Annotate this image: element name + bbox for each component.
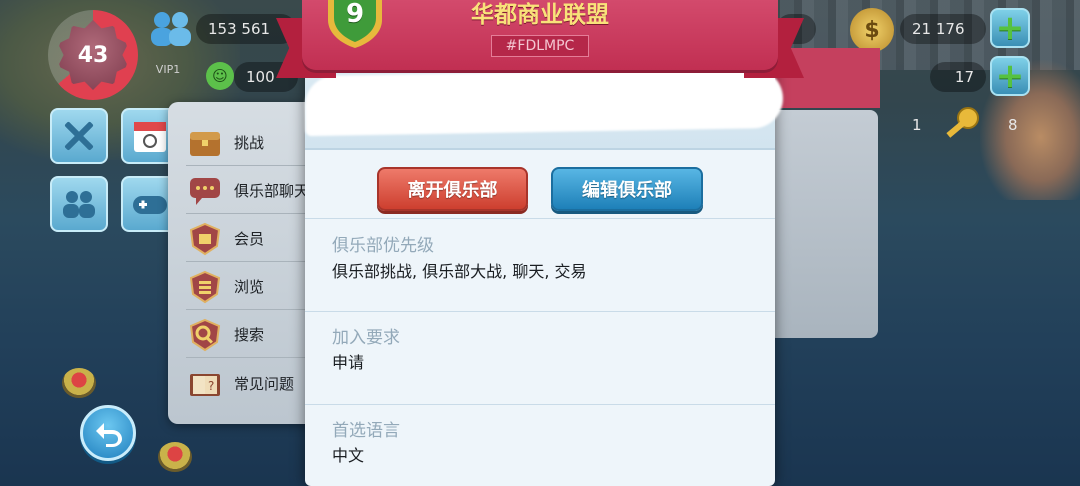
simcash-coin-icon: $ [850,8,894,52]
happiness-icon: ☺ [206,62,234,90]
members-icon [186,220,224,258]
golden-keys-counter: 17 [930,62,986,92]
club-level-number: 9 [345,0,365,29]
gamepad-icon [133,196,167,214]
add-keys-button[interactable]: + [990,56,1030,96]
language-value: 中文 [332,446,365,465]
level-number: 43 [58,20,128,90]
priority-value: 俱乐部挑战, 俱乐部大战, 聊天, 交易 [332,262,587,281]
key-icon [940,104,984,144]
menu-item-members[interactable]: 会员 [186,216,316,262]
search-icon [186,316,224,354]
club-button[interactable] [50,176,108,232]
menu-item-club-chat[interactable]: 俱乐部聊天 [186,168,316,214]
menu-item-browse[interactable]: 浏览 [186,264,316,310]
language-title: 首选语言 [332,421,400,441]
menu-item-challenge[interactable]: 挑战 [186,120,316,166]
people-icon [63,191,95,218]
chest-icon [186,124,224,162]
club-name: 华都商业联盟 [471,2,609,28]
menu-item-label: 会员 [234,230,265,248]
buoy-decoration [158,442,192,472]
background-panel [768,110,878,338]
menu-item-label: 俱乐部聊天 [234,182,310,200]
add-simcash-button[interactable]: + [990,8,1030,48]
vip-badge[interactable]: VIP1 [148,54,188,84]
edit-club-button[interactable]: 编辑俱乐部 [551,167,703,211]
tools-icon [64,121,94,151]
priority-title: 俱乐部优先级 [332,236,434,256]
menu-item-label: 常见问题 [234,374,295,393]
menu-item-label: 搜索 [234,326,265,344]
join-requirement-title: 加入要求 [332,328,400,348]
small-counter-right: 8 [1008,116,1018,134]
browse-icon [186,268,224,306]
svg-text:?: ? [208,379,214,393]
menu-item-faq[interactable]: ? 常见问题 [186,360,316,406]
small-counter-left: 1 [912,116,922,134]
menu-item-label: 浏览 [234,278,265,296]
calendar-icon [134,122,166,152]
player-level-badge[interactable]: 43 [48,10,138,100]
chat-icon [186,172,224,210]
simcash-counter: 21 176 [900,14,986,44]
back-arrow-icon [96,423,122,447]
build-tools-button[interactable] [50,108,108,164]
buoy-decoration [62,368,96,398]
back-button[interactable] [80,405,136,461]
redaction-scribble [304,67,784,137]
menu-item-label: 挑战 [234,134,265,152]
join-requirement-value: 申请 [332,353,365,372]
club-tag: #FDLMPC [491,35,589,57]
leave-club-button[interactable]: 离开俱乐部 [377,167,528,211]
club-level-shield-icon: 9 [322,0,388,48]
faq-book-icon: ? [186,364,224,402]
population-icon [146,8,196,48]
menu-item-search[interactable]: 搜索 [186,312,316,358]
